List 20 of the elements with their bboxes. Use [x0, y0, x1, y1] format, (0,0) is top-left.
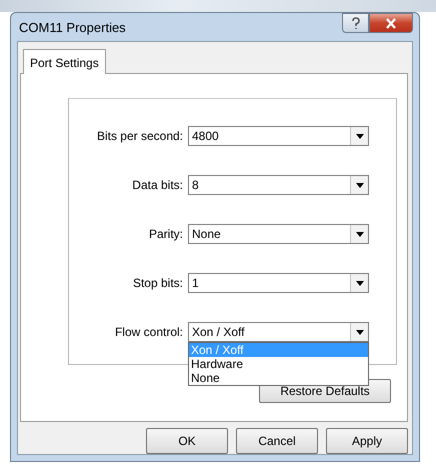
dropdown-field[interactable]: Xon / Xoff [188, 322, 369, 342]
help-button[interactable] [342, 13, 369, 33]
field-label: Bits per second: [96, 129, 184, 143]
field-label: Flow control: [114, 325, 184, 339]
dialog-button[interactable]: Cancel [236, 428, 318, 454]
dropdown-option[interactable]: Hardware [189, 357, 368, 371]
dialog-button[interactable]: OK [146, 428, 228, 454]
close-icon [385, 18, 397, 28]
field-label: Stop bits: [132, 276, 184, 290]
field-label: Data bits: [131, 178, 184, 192]
dropdown-field[interactable]: None [188, 224, 369, 244]
field-label: Parity: [148, 227, 184, 241]
close-button[interactable] [369, 13, 413, 33]
dropdown-field[interactable]: 1 [188, 273, 369, 293]
help-icon [350, 16, 360, 30]
dropdown-field[interactable]: 8 [188, 175, 369, 195]
window-title: COM11 Properties [18, 20, 126, 34]
tab[interactable]: Port Settings [23, 49, 106, 74]
dialog-button[interactable]: Apply [326, 428, 408, 454]
dropdown-field[interactable]: 4800 [188, 126, 369, 146]
